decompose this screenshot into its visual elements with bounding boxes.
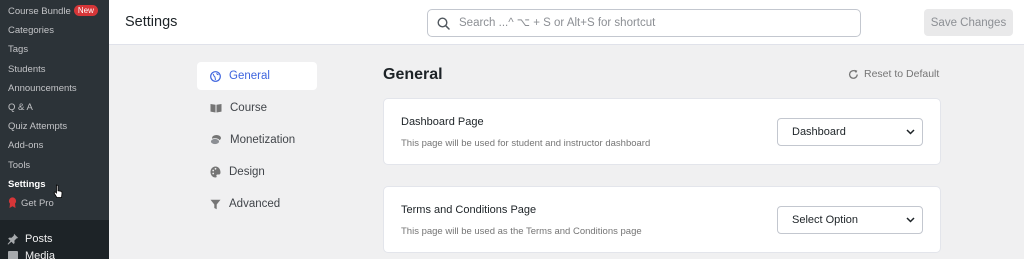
mouse-cursor-icon bbox=[53, 184, 63, 198]
admin-sidebar: Course Bundle New Categories Tags Student… bbox=[0, 0, 109, 259]
nav-item-general[interactable]: General bbox=[197, 62, 317, 90]
media-icon bbox=[8, 251, 18, 259]
submenu-categories[interactable]: Categories bbox=[0, 21, 109, 40]
dashboard-page-setting: Dashboard Page This page will be used fo… bbox=[383, 98, 941, 165]
filter-icon bbox=[210, 199, 221, 209]
menu-label: Media bbox=[25, 250, 55, 259]
submenu-label: Get Pro bbox=[21, 197, 54, 209]
coins-icon bbox=[210, 135, 221, 145]
section-title: General bbox=[383, 66, 443, 83]
pro-badge-icon bbox=[8, 196, 17, 208]
submenu-label: Course Bundle bbox=[8, 6, 71, 17]
nav-item-design[interactable]: Design bbox=[197, 158, 317, 186]
globe-icon bbox=[210, 70, 221, 82]
menu-label: Posts bbox=[25, 233, 53, 245]
new-badge: New bbox=[73, 5, 98, 16]
nav-item-label: Course bbox=[230, 102, 268, 114]
reset-icon bbox=[849, 69, 858, 79]
submenu-label: Quiz Attempts bbox=[8, 121, 68, 133]
nav-item-advanced[interactable]: Advanced bbox=[197, 190, 317, 218]
settings-header: Settings Save Changes bbox=[109, 0, 1024, 45]
submenu-course-bundle[interactable]: Course Bundle New bbox=[0, 2, 109, 21]
select-value: Dashboard bbox=[792, 126, 846, 138]
palette-icon bbox=[210, 166, 221, 178]
nav-item-label: Design bbox=[229, 166, 265, 178]
nav-item-course[interactable]: Course bbox=[197, 94, 317, 122]
reset-label: Reset to Default bbox=[864, 68, 940, 80]
submenu-label: Add-ons bbox=[8, 140, 44, 152]
save-changes-button[interactable]: Save Changes bbox=[924, 9, 1013, 36]
field-description: This page will be used for student and i… bbox=[401, 138, 651, 149]
submenu-quiz-attempts[interactable]: Quiz Attempts bbox=[0, 117, 109, 136]
submenu-label: Categories bbox=[8, 25, 54, 37]
nav-item-label: General bbox=[229, 70, 270, 82]
nav-item-label: Advanced bbox=[229, 198, 281, 210]
terms-page-select[interactable]: Select Option bbox=[777, 206, 923, 234]
submenu-students[interactable]: Students bbox=[0, 60, 109, 79]
submenu-add-ons[interactable]: Add-ons bbox=[0, 136, 109, 155]
reset-to-default-button[interactable]: Reset to Default bbox=[848, 68, 939, 80]
select-value: Select Option bbox=[792, 214, 859, 226]
menu-media[interactable]: Media bbox=[0, 250, 109, 259]
dashboard-page-select[interactable]: Dashboard bbox=[777, 118, 923, 146]
submenu-label: Settings bbox=[8, 178, 46, 190]
search-input[interactable] bbox=[459, 17, 839, 29]
submenu-label: Q & A bbox=[8, 101, 33, 113]
search-icon bbox=[437, 16, 450, 30]
book-icon bbox=[210, 104, 222, 113]
submenu-tags[interactable]: Tags bbox=[0, 40, 109, 59]
chevron-down-icon bbox=[906, 217, 915, 223]
menu-posts[interactable]: Posts bbox=[0, 228, 109, 250]
submenu-qa[interactable]: Q & A bbox=[0, 98, 109, 117]
submenu-tools[interactable]: Tools bbox=[0, 156, 109, 175]
field-label: Dashboard Page bbox=[401, 116, 484, 128]
field-label: Terms and Conditions Page bbox=[401, 204, 537, 216]
search-box[interactable] bbox=[427, 9, 861, 37]
settings-nav: General Course Monetization Design Advan… bbox=[197, 62, 317, 222]
nav-item-monetization[interactable]: Monetization bbox=[197, 126, 317, 154]
chevron-down-icon bbox=[906, 129, 915, 135]
submenu-label: Students bbox=[8, 63, 46, 75]
field-description: This page will be used as the Terms and … bbox=[401, 226, 642, 237]
submenu-label: Tags bbox=[8, 44, 29, 56]
submenu-label: Tools bbox=[8, 159, 31, 171]
terms-page-setting: Terms and Conditions Page This page will… bbox=[383, 186, 941, 253]
nav-item-label: Monetization bbox=[230, 134, 296, 146]
submenu-announcements[interactable]: Announcements bbox=[0, 79, 109, 98]
pin-icon bbox=[7, 233, 19, 245]
submenu-label: Announcements bbox=[8, 82, 77, 94]
page-title: Settings bbox=[125, 14, 178, 30]
